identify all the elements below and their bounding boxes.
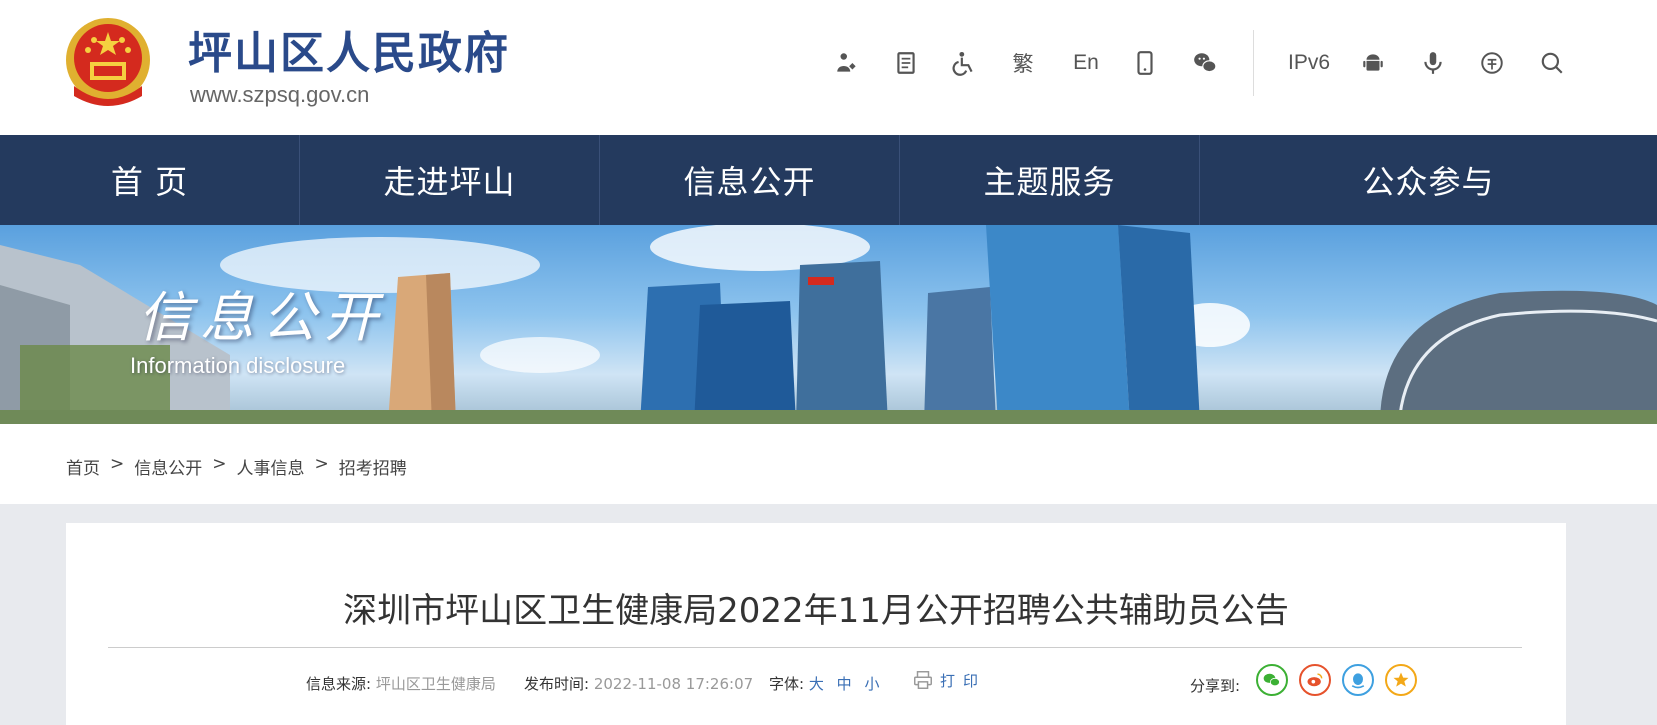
ipv6-badge[interactable]: IPv6 xyxy=(1286,46,1332,80)
banner-title: 信息公开 xyxy=(138,286,386,349)
breadcrumb: 首页 > 信息公开 > 人事信息 > 招考招聘 xyxy=(66,454,407,479)
publish-time-value: 2022-11-08 17:26:07 xyxy=(593,675,754,693)
site-header: 坪山区人民政府 www.szpsq.gov.cn 繁 En IPv6 xyxy=(0,0,1657,135)
traditional-chinese-button[interactable]: 繁 xyxy=(1008,46,1038,80)
info-source-label: 信息来源: xyxy=(306,675,372,693)
search-icon[interactable] xyxy=(1537,46,1567,80)
font-small-button[interactable]: 小 xyxy=(864,675,887,693)
breadcrumb-separator: > xyxy=(212,454,227,474)
document-icon[interactable] xyxy=(891,46,921,80)
mobile-icon[interactable] xyxy=(1130,46,1160,80)
font-size-label: 字体: xyxy=(769,675,805,693)
article-card: 深圳市坪山区卫生健康局2022年11月公开招聘公共辅助员公告 信息来源: 坪山区… xyxy=(66,523,1566,725)
nav-theme-services[interactable]: 主题服务 xyxy=(900,135,1200,225)
nav-public-participation[interactable]: 公众参与 xyxy=(1200,135,1657,225)
site-title: 坪山区人民政府 xyxy=(188,28,510,79)
breadcrumb-home[interactable]: 首页 xyxy=(66,454,100,479)
print-button[interactable]: 打印 xyxy=(912,669,986,691)
share-qzone-button[interactable] xyxy=(1385,664,1417,696)
font-medium-button[interactable]: 中 xyxy=(837,675,860,693)
national-emblem-icon xyxy=(66,18,150,106)
font-large-button[interactable]: 大 xyxy=(809,675,832,693)
font-size-controls: 字体: 大 中 小 xyxy=(769,673,887,694)
banner-subtitle: Information disclosure xyxy=(130,353,346,378)
breadcrumb-bar: 首页 > 信息公开 > 人事信息 > 招考招聘 xyxy=(0,424,1657,504)
accessibility-icon[interactable] xyxy=(949,46,979,80)
nav-about-pingshan[interactable]: 走进坪山 xyxy=(300,135,600,225)
currency-icon[interactable] xyxy=(1477,46,1507,80)
nav-home[interactable]: 首 页 xyxy=(0,135,300,225)
microphone-icon[interactable] xyxy=(1418,46,1448,80)
breadcrumb-info-disclosure[interactable]: 信息公开 xyxy=(134,454,202,479)
title-divider xyxy=(108,647,1522,648)
breadcrumb-recruitment[interactable]: 招考招聘 xyxy=(339,454,407,479)
wechat-icon[interactable] xyxy=(1189,46,1221,80)
publish-time-label: 发布时间: xyxy=(524,675,590,693)
share-weibo-button[interactable] xyxy=(1299,664,1331,696)
breadcrumb-personnel-info[interactable]: 人事信息 xyxy=(237,454,305,479)
toolbar-divider xyxy=(1253,30,1254,96)
android-icon[interactable] xyxy=(1358,46,1388,80)
publish-time: 发布时间: 2022-11-08 17:26:07 xyxy=(524,673,753,694)
breadcrumb-separator: > xyxy=(314,454,329,474)
print-label: 打印 xyxy=(940,671,987,690)
page-banner: 信息公开 Information disclosure xyxy=(0,225,1657,424)
printer-icon xyxy=(914,671,932,689)
main-nav: 首 页 走进坪山 信息公开 主题服务 公众参与 xyxy=(0,135,1657,225)
qq-icon xyxy=(1351,673,1365,689)
wechat-icon xyxy=(1263,673,1280,687)
share-label: 分享到: xyxy=(1190,677,1241,695)
breadcrumb-separator: > xyxy=(110,454,125,474)
nav-info-disclosure[interactable]: 信息公开 xyxy=(600,135,900,225)
info-source-value: 坪山区卫生健康局 xyxy=(375,675,496,693)
qzone-star-icon xyxy=(1393,672,1409,687)
share-qq-button[interactable] xyxy=(1342,664,1374,696)
info-source: 信息来源: 坪山区卫生健康局 xyxy=(306,673,496,694)
site-url: www.szpsq.gov.cn xyxy=(190,82,370,107)
elderly-mode-icon[interactable] xyxy=(832,46,862,80)
article-title: 深圳市坪山区卫生健康局2022年11月公开招聘公共辅助员公告 xyxy=(343,591,1289,631)
english-button[interactable]: En xyxy=(1066,46,1106,80)
weibo-icon xyxy=(1307,673,1323,687)
share-wechat-button[interactable] xyxy=(1256,664,1288,696)
